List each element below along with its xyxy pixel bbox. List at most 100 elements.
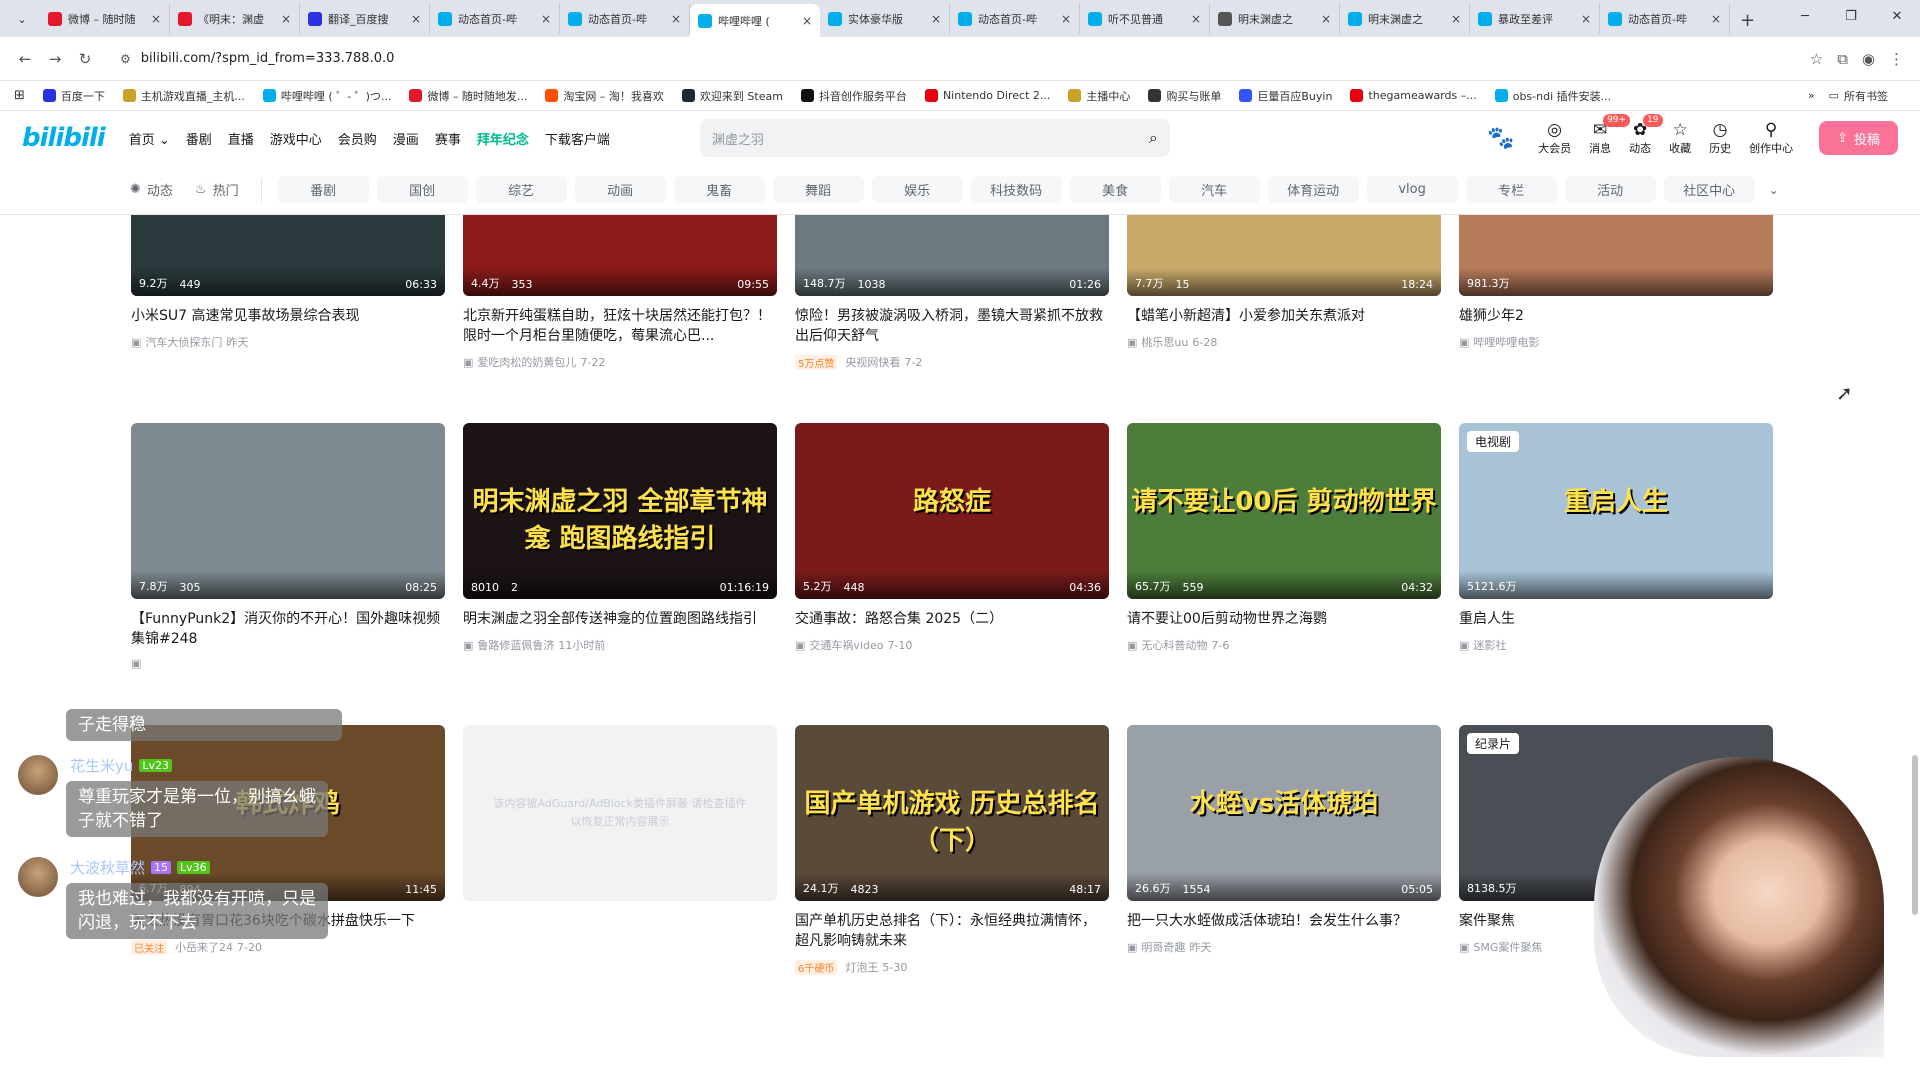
hot-link[interactable]: ♨ 热门 [195, 180, 239, 199]
video-card[interactable]: 高速9.2万44906:33小米SU7 高速常见事故场景综合表现▣汽车大侦探东门… [131, 215, 445, 350]
channel-tab[interactable]: 国创 [376, 176, 468, 203]
bookmarks-overflow-icon[interactable]: » [1808, 89, 1815, 102]
video-title[interactable]: 明末渊虚之羽全部传送神龛的位置跑图路线指引 [463, 609, 777, 629]
video-card[interactable]: 7.7万 15 18:24 【蜡笔小新超清】小爱参加关东煮派对 ▣ 桃乐思uu 6-28 [1127, 215, 1441, 350]
tab-close-icon[interactable]: × [671, 12, 681, 26]
bookmark-item[interactable]: 主播中心 [1068, 88, 1130, 104]
nav-item[interactable]: 番剧 [186, 129, 212, 148]
profile-icon[interactable]: ◉ [1862, 50, 1875, 68]
channel-tab[interactable]: 美食 [1069, 176, 1161, 203]
uploader-name[interactable]: SMG案件聚焦 [1473, 939, 1542, 955]
video-thumbnail[interactable]: 请不要让00后 剪动物世界 65.7万 559 04:32 [1127, 423, 1441, 599]
video-title[interactable]: 请不要让00后剪动物世界之海鹦 [1127, 609, 1441, 629]
bookmark-item[interactable]: 淘宝网 – 淘！我喜欢 [545, 88, 664, 104]
tab-close-icon[interactable]: × [541, 12, 551, 26]
bookmark-item[interactable]: 抖音创作服务平台 [800, 88, 907, 104]
channel-tab[interactable]: 专栏 [1465, 176, 1557, 203]
header-user-item[interactable]: ◎ 大会员 [1538, 120, 1571, 156]
tab-close-icon[interactable]: × [151, 12, 161, 26]
extensions-icon[interactable]: ⧉ [1837, 50, 1848, 68]
video-card[interactable]: 明末渊虚之羽 全部章节神龛 跑图路线指引 8010 2 01:16:19 明末渊虚之羽全… [463, 423, 777, 653]
header-user-item[interactable]: ⚲ 创作中心 [1749, 120, 1793, 156]
video-title[interactable]: 交通事故：路怒合集 2025（二） [795, 609, 1109, 629]
video-title[interactable]: 北京新开纯蛋糕自助，狂炫十块居然还能打包？！ 限时一个月柜台里随便吃，莓果流心巴… [463, 306, 777, 346]
video-card[interactable]: 水蛭vs活体琥珀 26.6万 1554 05:05 把一只大水蛭做成活体琥珀！会发生什么… [1127, 725, 1441, 955]
video-title[interactable]: 惊险！男孩被漩涡吸入桥洞，墨镜大哥紧抓不放救出后仰天舒气 [795, 306, 1109, 346]
user-avatar[interactable]: 🐾 [1484, 121, 1518, 155]
channel-tab[interactable]: 汽车 [1168, 176, 1260, 203]
bookmark-item[interactable]: 巨量百应Buyin [1239, 88, 1332, 104]
tab-close-icon[interactable]: × [1581, 12, 1591, 26]
bookmark-item[interactable]: 微博 – 随时随地发... [409, 88, 527, 104]
browser-tab[interactable]: 哔哩哔哩 (× [690, 4, 820, 37]
nav-item[interactable]: 直播 [228, 129, 254, 148]
header-user-item[interactable]: ✉ 消息 99+ [1589, 114, 1631, 156]
channel-tab[interactable]: 番剧 [277, 176, 369, 203]
video-title[interactable]: 雄狮少年2 [1459, 306, 1773, 326]
header-user-item[interactable]: ☆ 收藏 [1669, 120, 1691, 156]
video-thumbnail[interactable]: 水蛭vs活体琥珀 26.6万 1554 05:05 [1127, 725, 1441, 901]
channel-tab[interactable]: 动画 [574, 176, 666, 203]
uploader-name[interactable]: 明哥奇趣 [1141, 939, 1185, 955]
video-card[interactable]: 路怒症 5.2万 448 04:36 交通事故：路怒合集 2025（二） ▣ 交通车祸vid… [795, 423, 1109, 653]
video-title[interactable]: 国产单机历史总排名（下）：永恒经典拉满情怀，超凡影响铸就未来 [795, 911, 1109, 951]
back-icon[interactable]: ← [10, 44, 40, 74]
video-thumbnail[interactable]: 981.3万 [1459, 215, 1773, 296]
nav-item[interactable]: 下载客户端 [545, 129, 610, 148]
header-user-item[interactable]: ✿ 动态 19 [1629, 114, 1663, 156]
uploader-name[interactable]: 央视网快看 [845, 354, 900, 370]
tab-close-icon[interactable]: × [1321, 12, 1331, 26]
tab-search-icon[interactable]: ⌄ [10, 7, 34, 31]
uploader-name[interactable]: 小岳来了24 [175, 939, 233, 955]
search-icon[interactable]: ⌕ [1149, 128, 1158, 148]
dynamic-link[interactable]: ✺ 动态 [130, 180, 173, 199]
video-title[interactable]: 小米SU7 高速常见事故场景综合表现 [131, 306, 445, 326]
video-title[interactable]: 【蜡笔小新超清】小爱参加关东煮派对 [1127, 306, 1441, 326]
channel-tab[interactable]: 舞蹈 [772, 176, 864, 203]
tab-close-icon[interactable]: × [1061, 12, 1071, 26]
tab-close-icon[interactable]: × [931, 12, 941, 26]
search-input[interactable]: 渊虚之羽 [712, 129, 1149, 148]
video-card[interactable]: 请不要让00后 剪动物世界 65.7万 559 04:32 请不要让00后剪动物世界之海… [1127, 423, 1441, 653]
bookmark-item[interactable]: 哔哩哔哩 ( ゜- ゜)つ... [262, 88, 391, 104]
browser-tab[interactable]: 动态首页-哔 × [560, 4, 690, 34]
bookmark-item[interactable]: Nintendo Direct 2... [924, 88, 1050, 104]
close-window-icon[interactable]: ✕ [1874, 0, 1920, 32]
video-thumbnail[interactable]: 路怒症 5.2万 448 04:36 [795, 423, 1109, 599]
nav-item[interactable]: 拜年纪念 [477, 129, 529, 148]
channel-tab[interactable]: 娱乐 [871, 176, 963, 203]
video-thumbnail[interactable]: 高速9.2万44906:33 [131, 215, 445, 296]
bilibili-logo[interactable]: bilibili [22, 123, 106, 153]
bookmark-item[interactable]: 欢迎来到 Steam [681, 88, 783, 104]
tab-close-icon[interactable]: × [1191, 12, 1201, 26]
video-title[interactable]: 重启人生 [1459, 609, 1773, 629]
uploader-name[interactable]: 汽车大侦探东门 [145, 334, 222, 350]
bookmark-item[interactable]: thegameawards –... [1350, 88, 1477, 104]
browser-tab[interactable]: 暴政至差评 × [1470, 4, 1600, 34]
tab-close-icon[interactable]: × [1711, 12, 1721, 26]
uploader-name[interactable]: 交通车祸video [809, 637, 883, 653]
tab-close-icon[interactable]: × [281, 12, 291, 26]
video-title[interactable]: 【FunnyPunk2】消灭你的不开心！国外趣味视频集锦#248 [131, 609, 445, 649]
channel-tab[interactable]: 综艺 [475, 176, 567, 203]
browser-tab[interactable]: 微博 – 随时随 × [40, 4, 170, 34]
video-card[interactable]: 981.3万 雄狮少年2 ▣ 哔哩哔哩电影 [1459, 215, 1773, 350]
forward-icon[interactable]: → [40, 44, 70, 74]
browser-tab[interactable]: 动态首页-哔 × [430, 4, 560, 34]
bookmark-item[interactable]: 购买与账单 [1148, 88, 1221, 104]
nav-item[interactable]: 漫画 [393, 129, 419, 148]
video-card[interactable]: 墨镜大哥，你上央视了！148.7万103801:26惊险！男孩被漩涡吸入桥洞，墨… [795, 215, 1109, 370]
channel-tab[interactable]: 科技数码 [970, 176, 1062, 203]
nav-item[interactable]: 首页 ⌄ [129, 129, 170, 148]
video-thumbnail[interactable]: 重启人生 电视剧 5121.6万 [1459, 423, 1773, 599]
uploader-name[interactable]: 桃乐思uu [1141, 334, 1188, 350]
upload-button[interactable]: ⇪ 投稿 [1819, 121, 1898, 155]
nav-item[interactable]: 赛事 [435, 129, 461, 148]
channel-tab[interactable]: vlog [1366, 176, 1458, 203]
video-title[interactable]: 把一只大水蛭做成活体琥珀！会发生什么事？ [1127, 911, 1441, 931]
uploader-name[interactable]: 迷影社 [1473, 637, 1506, 653]
video-thumbnail[interactable]: 7.7万 15 18:24 [1127, 215, 1441, 296]
bookmark-item[interactable]: 百度一下 [42, 88, 105, 104]
video-thumbnail[interactable]: 北京首家纯蛋糕自助4.4万35309:55 [463, 215, 777, 296]
browser-tab[interactable]: 明末渊虚之 × [1210, 4, 1340, 34]
